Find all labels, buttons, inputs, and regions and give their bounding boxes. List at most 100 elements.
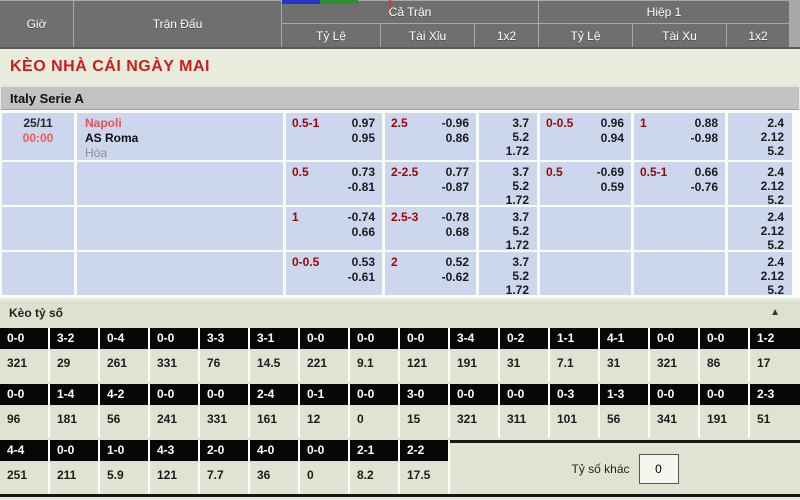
handicap-label: 0-0.5 xyxy=(546,116,573,160)
ft-handicap-cell: 0.5-10.970.95 xyxy=(286,113,382,160)
ft-overunder-cell: 2.5-0.960.86 xyxy=(385,113,476,160)
score-cell: 0-0 xyxy=(0,384,48,405)
score-odds: 321 xyxy=(0,349,48,382)
odds-value: 0.96 xyxy=(601,116,624,131)
odds-column: -0.960.86 xyxy=(442,116,469,160)
odds-column: 0.88-0.98 xyxy=(691,116,718,160)
odds-column: 0.73-0.81 xyxy=(348,165,375,205)
score-cell: 3-0 xyxy=(400,384,448,405)
odds-value: 2.12 xyxy=(728,269,784,283)
score-cell: 3-2 xyxy=(50,328,98,349)
odds-column: -0.780.68 xyxy=(442,210,469,250)
score-column: 3-015 xyxy=(400,384,450,438)
odds-value: 0.88 xyxy=(691,116,718,131)
score-column: 0-0241 xyxy=(150,384,200,438)
odds-column: 0.66-0.76 xyxy=(691,165,718,205)
odds-value: 1.72 xyxy=(479,193,529,207)
odds-value: 0.94 xyxy=(601,131,624,146)
odds-value: -0.62 xyxy=(442,270,469,285)
col-header-h1-tyle: Tỷ Lệ xyxy=(539,24,632,47)
ft-overunder-cell: 2-2.50.77-0.87 xyxy=(385,162,476,205)
score-cell: 2-4 xyxy=(250,384,298,405)
score-cell: 1-4 xyxy=(50,384,98,405)
odds-value: 5.2 xyxy=(728,193,784,207)
odds-value: -0.76 xyxy=(691,180,718,195)
odds-column: -0.740.66 xyxy=(348,210,375,250)
score-cell: 4-1 xyxy=(600,328,648,349)
odds-value: 2.12 xyxy=(728,130,784,144)
betting-odds-page: Giờ Trận Đấu Cả Trận Hiệp 1 Tỷ Lệ Tài Xỉ… xyxy=(0,0,800,500)
col-header-ft-tyle: Tỷ Lệ xyxy=(282,24,380,47)
match-time-cell xyxy=(2,162,74,205)
score-odds: 17.5 xyxy=(400,461,448,494)
h1-1x2-cell: 2.42.125.2 xyxy=(728,162,792,205)
away-team: AS Roma xyxy=(85,131,283,146)
score-cell: 0-0 xyxy=(300,328,348,349)
odds-column: -0.690.59 xyxy=(597,165,624,205)
score-column: 0-00 xyxy=(350,384,400,438)
score-cell: 3-4 xyxy=(450,328,498,349)
other-score-input[interactable] xyxy=(639,454,679,484)
score-cell: 1-3 xyxy=(600,384,648,405)
score-odds: 9.1 xyxy=(350,349,398,382)
score-odds: 251 xyxy=(0,461,48,494)
score-column: 0-0341 xyxy=(650,384,700,438)
odds-value: 0.66 xyxy=(691,165,718,180)
score-odds: 14.5 xyxy=(250,349,298,382)
odds-column: 0.970.95 xyxy=(352,116,375,160)
handicap-label: 2 xyxy=(391,255,398,295)
score-column: 2-18.2 xyxy=(350,440,400,494)
ft-handicap-cell: 1-0.740.66 xyxy=(286,207,382,250)
score-cell: 0-0 xyxy=(0,328,48,349)
score-odds: 331 xyxy=(150,349,198,382)
score-section-title: Kèo tỷ số xyxy=(9,306,63,320)
handicap-label: 2-2.5 xyxy=(391,165,418,205)
score-cell: 0-0 xyxy=(200,384,248,405)
score-column: 4-4251 xyxy=(0,440,50,494)
score-column: 0-0321 xyxy=(650,328,700,382)
score-cell: 4-3 xyxy=(150,440,198,461)
score-cell: 3-3 xyxy=(200,328,248,349)
h1-handicap-cell xyxy=(540,207,631,250)
score-column: 0-0221 xyxy=(300,328,350,382)
score-odds: 191 xyxy=(700,405,748,438)
h1-overunder-cell: 0.5-10.66-0.76 xyxy=(634,162,725,205)
odds-value: 0.95 xyxy=(352,131,375,146)
score-column: 2-4161 xyxy=(250,384,300,438)
score-odds-grid: 0-03213-2290-42610-03313-3763-114.50-022… xyxy=(0,324,800,497)
score-column: 2-07.7 xyxy=(200,440,250,494)
collapse-arrow-icon[interactable]: ▲ xyxy=(770,307,780,318)
col-header-ft-taixiu: Tài Xỉu xyxy=(381,24,474,47)
odds-value: 5.2 xyxy=(479,130,529,144)
odds-value: 2.4 xyxy=(728,165,784,179)
odds-value: 0.86 xyxy=(442,131,469,146)
score-column: 4-3121 xyxy=(150,440,200,494)
score-odds: 7.1 xyxy=(550,349,598,382)
score-odds: 191 xyxy=(450,349,498,382)
score-column: 0-231 xyxy=(500,328,550,382)
odds-value: 2.4 xyxy=(728,255,784,269)
h1-overunder-cell xyxy=(634,207,725,250)
score-odds: 56 xyxy=(600,405,648,438)
other-score-label: Tỷ số khác xyxy=(571,462,629,476)
score-column: 0-112 xyxy=(300,384,350,438)
odds-value: 0.52 xyxy=(442,255,469,270)
odds-value: 2.12 xyxy=(728,224,784,238)
score-cell: 4-0 xyxy=(250,440,298,461)
odds-value: 2.4 xyxy=(728,116,784,130)
score-column: 0-3101 xyxy=(550,384,600,438)
col-header-ca-tran: Cả Trận xyxy=(282,1,538,23)
odds-column: 0.52-0.62 xyxy=(442,255,469,295)
score-odds: 8.2 xyxy=(350,461,398,494)
col-header-gio: Giờ xyxy=(0,1,73,47)
odds-value: -0.61 xyxy=(348,270,375,285)
score-column: 0-0211 xyxy=(50,440,100,494)
odds-table-header: Giờ Trận Đấu Cả Trận Hiệp 1 Tỷ Lệ Tài Xỉ… xyxy=(0,0,800,49)
odds-value: -0.98 xyxy=(691,131,718,146)
score-odds: 321 xyxy=(450,405,498,438)
score-odds: 121 xyxy=(400,349,448,382)
score-odds: 311 xyxy=(500,405,548,438)
top-artifact-green xyxy=(320,0,358,4)
col-header-h1-taixu: Tài Xu xyxy=(633,24,726,47)
score-odds: 96 xyxy=(0,405,48,438)
